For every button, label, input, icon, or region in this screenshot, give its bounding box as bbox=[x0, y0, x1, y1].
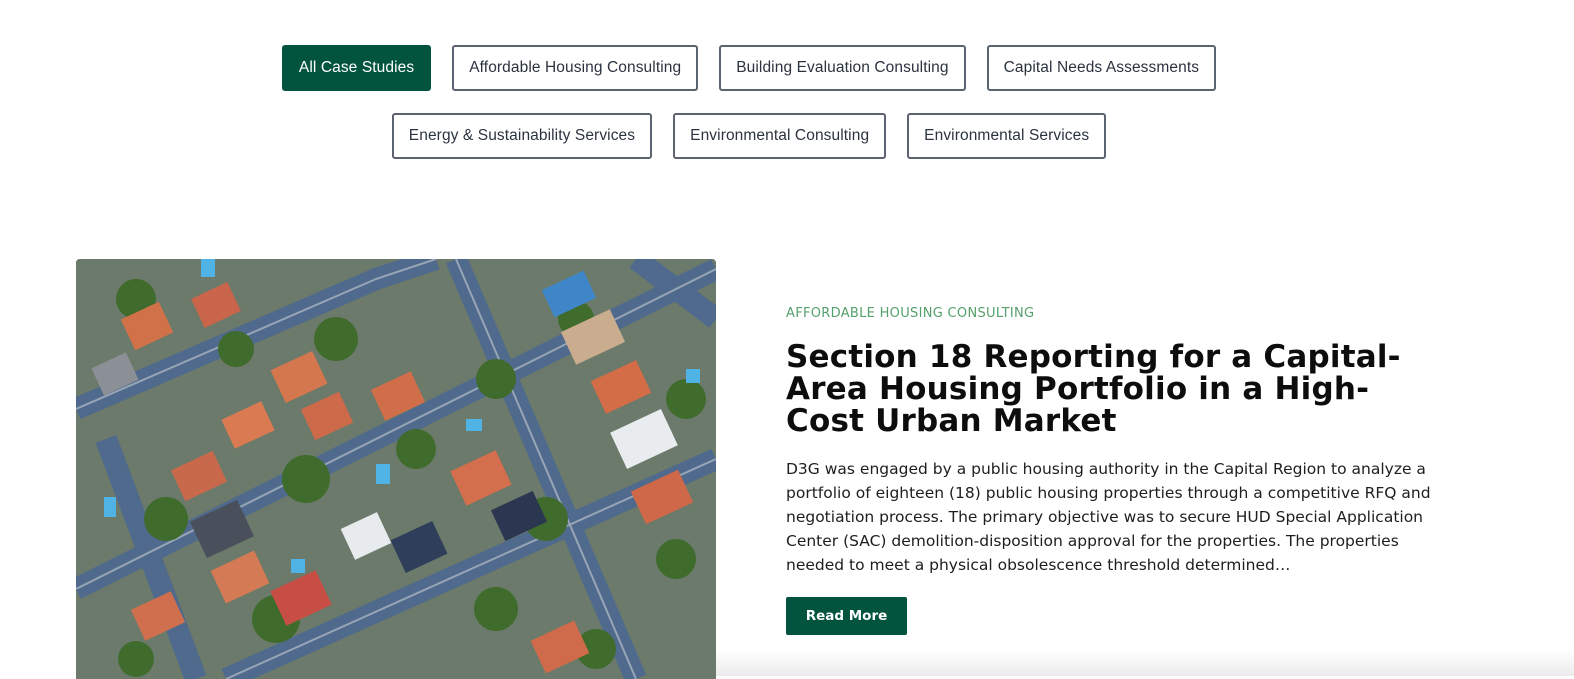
read-more-button[interactable]: Read More bbox=[786, 597, 907, 635]
filter-row-2: Energy & Sustainability Services Environ… bbox=[0, 113, 1574, 159]
case-study-title[interactable]: Section 18 Reporting for a Capital-Area … bbox=[786, 341, 1446, 437]
filter-all-case-studies[interactable]: All Case Studies bbox=[281, 45, 432, 91]
filter-building-evaluation-consulting[interactable]: Building Evaluation Consulting bbox=[719, 45, 966, 91]
filter-environmental-consulting[interactable]: Environmental Consulting bbox=[673, 113, 887, 159]
case-study-image[interactable] bbox=[76, 259, 716, 679]
case-study-excerpt: D3G was engaged by a public housing auth… bbox=[786, 460, 1431, 574]
filter-energy-sustainability-services[interactable]: Energy & Sustainability Services bbox=[391, 113, 653, 159]
filter-affordable-housing-consulting[interactable]: Affordable Housing Consulting bbox=[452, 45, 699, 91]
bottom-shadow bbox=[716, 650, 1574, 676]
filter-environmental-services[interactable]: Environmental Services bbox=[907, 113, 1107, 159]
filter-capital-needs-assessments[interactable]: Capital Needs Assessments bbox=[986, 45, 1217, 91]
case-study-category[interactable]: AFFORDABLE HOUSING CONSULTING bbox=[786, 306, 1446, 321]
case-study-content: AFFORDABLE HOUSING CONSULTING Section 18… bbox=[786, 300, 1446, 635]
aerial-neighborhood-photo bbox=[76, 259, 716, 679]
filter-row-1: All Case Studies Affordable Housing Cons… bbox=[0, 45, 1574, 91]
